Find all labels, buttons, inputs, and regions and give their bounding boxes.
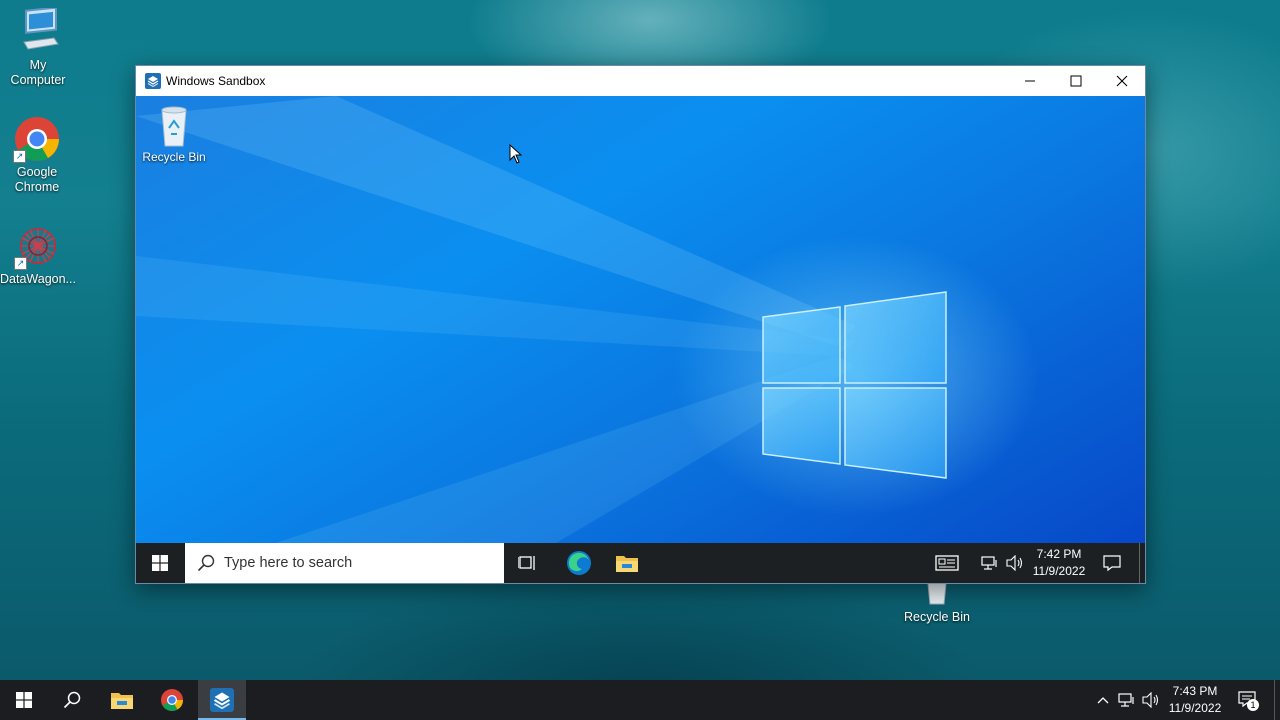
desktop-icon-label: Recycle Bin: [904, 610, 970, 624]
volume-icon: [1006, 555, 1023, 571]
file-explorer-icon: [111, 693, 133, 709]
sandbox-desktop-icon-recycle-bin[interactable]: Recycle Bin: [138, 104, 210, 165]
file-explorer-taskbar-button[interactable]: [604, 543, 650, 583]
network-icon: [981, 556, 997, 570]
clock-time: 7:42 PM: [1036, 547, 1082, 561]
show-hidden-icons-button[interactable]: [1092, 680, 1114, 720]
start-icon: [16, 692, 32, 708]
shortcut-arrow-icon: ↗: [14, 257, 27, 270]
network-button[interactable]: [978, 543, 1002, 583]
title-bar[interactable]: Windows Sandbox: [136, 66, 1145, 96]
sandbox-taskbar: Type here to search 7:42 PM 11/9/2022: [136, 543, 1145, 583]
desktop-icon-datawagon[interactable]: ↗ DataWagon...: [0, 222, 76, 287]
sandbox-clock[interactable]: 7:42 PM 11/9/2022: [1029, 546, 1089, 580]
file-explorer-taskbar-button[interactable]: [98, 680, 146, 720]
sandbox-start-button[interactable]: [136, 543, 184, 583]
desktop-icon-label: Recycle Bin: [142, 150, 206, 164]
shortcut-arrow-icon: ↗: [13, 150, 26, 163]
clock-time: 7:43 PM: [1172, 684, 1218, 698]
task-view-icon: [518, 556, 535, 570]
show-desktop-divider[interactable]: [1274, 680, 1275, 720]
sandbox-search-box[interactable]: Type here to search: [185, 543, 504, 583]
sandbox-desktop: Recycle Bin: [136, 96, 1145, 543]
action-center-button[interactable]: [1096, 543, 1128, 583]
chrome-taskbar-button[interactable]: [148, 680, 196, 720]
host-clock[interactable]: 7:43 PM 11/9/2022: [1165, 683, 1225, 717]
desktop-icon-label: My Computer: [10, 58, 66, 87]
host-taskbar: 7:43 PM 11/9/2022 1: [0, 680, 1280, 720]
clock-date: 11/9/2022: [1032, 564, 1086, 578]
maximize-button[interactable]: [1053, 66, 1099, 96]
task-view-button[interactable]: [505, 543, 551, 583]
chrome-icon: ↗: [13, 115, 61, 163]
desktop-icon-label: DataWagon...: [0, 272, 76, 286]
windows-logo: [762, 291, 947, 479]
minimize-button[interactable]: [1007, 66, 1053, 96]
notification-count-badge: 1: [1247, 699, 1259, 711]
close-button[interactable]: [1099, 66, 1145, 96]
clock-date: 11/9/2022: [1168, 701, 1222, 715]
search-icon: [63, 691, 81, 709]
chrome-icon: [161, 689, 183, 711]
desktop-icon-my-computer[interactable]: My Computer: [0, 6, 76, 88]
wallpaper-beams: [136, 96, 856, 543]
maximize-icon: [1070, 75, 1082, 87]
edge-taskbar-button[interactable]: [556, 543, 602, 583]
windows-sandbox-icon: [145, 73, 161, 89]
start-icon: [152, 555, 168, 571]
network-button[interactable]: [1115, 680, 1139, 720]
volume-button[interactable]: [1003, 543, 1027, 583]
search-icon: [197, 554, 215, 572]
network-icon: [1118, 693, 1134, 707]
file-explorer-icon: [616, 556, 638, 572]
windows-sandbox-icon: [210, 688, 234, 712]
computer-icon: [14, 6, 62, 56]
chevron-up-icon: [1097, 697, 1109, 704]
minimize-icon: [1025, 80, 1035, 82]
datawagon-icon: ↗: [14, 222, 62, 270]
desktop-icon-google-chrome[interactable]: ↗ Google Chrome: [0, 115, 75, 195]
windows-sandbox-taskbar-button[interactable]: [198, 680, 246, 720]
volume-icon: [1142, 692, 1159, 708]
mouse-cursor-icon: [509, 144, 523, 164]
news-button[interactable]: [931, 543, 963, 583]
action-center-button[interactable]: 1: [1232, 680, 1264, 720]
recycle-bin-icon: [154, 104, 194, 148]
edge-icon: [567, 551, 591, 575]
desktop-icon-label: Google Chrome: [14, 165, 60, 194]
notification-icon: [1103, 555, 1121, 572]
close-icon: [1116, 75, 1128, 87]
start-button[interactable]: [0, 680, 48, 720]
news-icon: [935, 555, 959, 571]
sandbox-window[interactable]: Windows Sandbox Recycle Bin Type here to…: [135, 65, 1146, 584]
show-desktop-divider[interactable]: [1139, 543, 1140, 583]
volume-button[interactable]: [1139, 680, 1163, 720]
search-placeholder: Type here to search: [224, 555, 353, 571]
window-title: Windows Sandbox: [166, 74, 266, 88]
search-button[interactable]: [48, 680, 96, 720]
